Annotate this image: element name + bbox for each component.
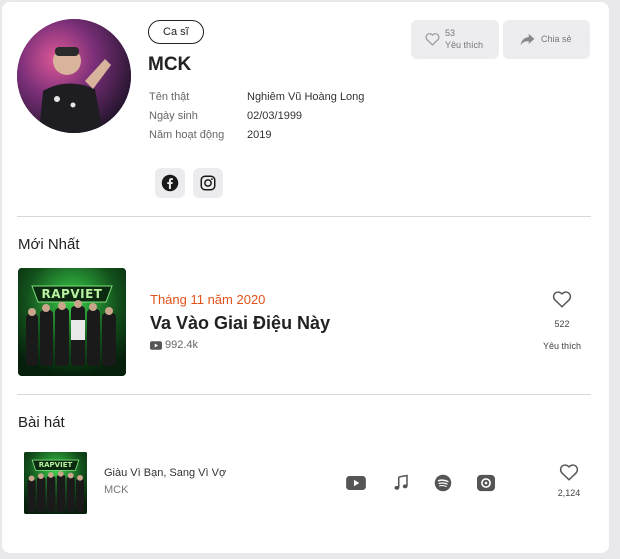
latest-like-count: 522	[554, 319, 570, 329]
spotify-icon	[434, 474, 452, 492]
artist-type-badge: Ca sĩ	[148, 20, 204, 44]
latest-cover[interactable]: RAPVIET	[18, 268, 126, 376]
info-value: 2019	[247, 129, 272, 141]
song-like-button[interactable]: 2,124	[553, 463, 585, 498]
like-count: 53	[445, 28, 456, 38]
latest-like-button[interactable]: 522 Yêu thích	[540, 290, 584, 351]
view-count-value: 992.4k	[165, 339, 199, 351]
like-label: Yêu thích	[445, 40, 484, 50]
artist-avatar	[17, 19, 131, 133]
info-value: Nghiêm Vũ Hoàng Long	[247, 91, 365, 103]
song-like-count: 2,124	[557, 488, 581, 498]
divider	[17, 394, 591, 395]
latest-like-label: Yêu thích	[542, 341, 582, 351]
section-title-latest: Mới Nhất	[18, 236, 80, 253]
nhaccuatui-icon	[477, 474, 495, 492]
share-button[interactable]: Chia sẻ	[503, 20, 590, 59]
song-cover[interactable]: RAPVIET	[24, 452, 87, 514]
facebook-button[interactable]	[155, 168, 185, 198]
apple-music-link[interactable]	[390, 472, 412, 494]
youtube-icon	[150, 340, 162, 350]
info-label: Ngày sinh	[149, 110, 198, 122]
info-label: Năm hoạt động	[149, 129, 225, 141]
info-label: Tên thật	[149, 91, 190, 103]
info-row-active-year: Năm hoạt động 2019	[149, 129, 409, 148]
like-artist-button[interactable]: 53 Yêu thích	[411, 20, 499, 59]
youtube-icon	[346, 476, 366, 490]
artist-info: Tên thật Nghiêm Vũ Hoàng Long Ngày sinh …	[149, 91, 409, 148]
info-value: 02/03/1999	[247, 110, 303, 122]
instagram-icon	[200, 175, 216, 191]
info-row-birthday: Ngày sinh 02/03/1999	[149, 110, 409, 129]
heart-icon	[552, 291, 572, 308]
section-title-songs: Bài hát	[18, 414, 65, 431]
apple-music-icon	[394, 474, 408, 490]
facebook-icon	[161, 174, 179, 192]
song-title[interactable]: Giàu Vì Bạn, Sang Vì Vợ	[104, 467, 226, 479]
heart-icon	[425, 33, 440, 46]
share-label: Chia sẻ	[541, 34, 572, 44]
song-artist[interactable]: MCK	[104, 484, 128, 496]
spotify-link[interactable]	[432, 472, 454, 494]
nhaccuatui-link[interactable]	[475, 472, 497, 494]
cover-logo-text: RAPVIET	[41, 287, 103, 301]
artist-name: MCK	[148, 54, 192, 75]
view-count: 992.4k	[150, 339, 198, 351]
youtube-link[interactable]	[345, 472, 367, 494]
share-icon	[520, 33, 535, 46]
latest-title[interactable]: Va Vào Giai Điệu Này	[150, 313, 330, 334]
instagram-button[interactable]	[193, 168, 223, 198]
divider	[17, 216, 591, 217]
heart-icon	[559, 464, 579, 481]
release-date: Tháng 11 năm 2020	[150, 292, 266, 307]
cover-logo-text: RAPVIET	[38, 461, 73, 469]
info-row-real-name: Tên thật Nghiêm Vũ Hoàng Long	[149, 91, 409, 110]
